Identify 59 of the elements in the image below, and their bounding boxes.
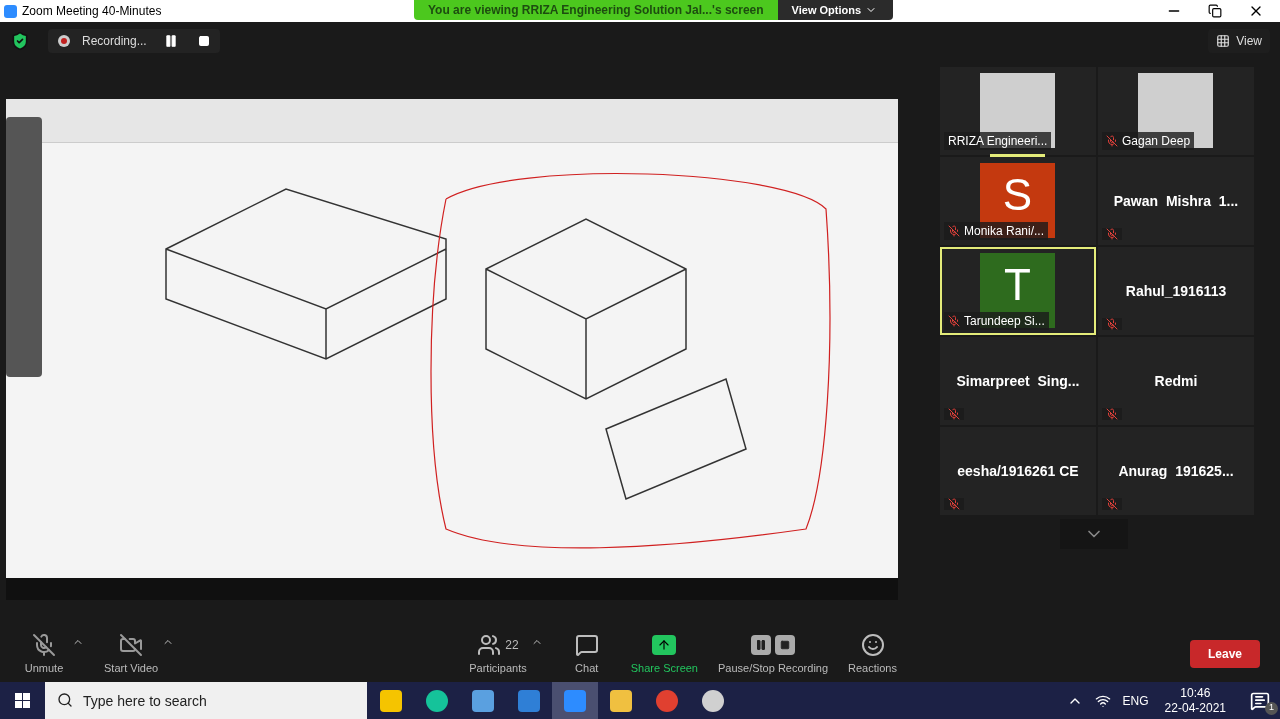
participant-tile[interactable]: S Monika Rani/... xyxy=(940,157,1096,245)
toolbar-button[interactable]: Pause/Stop Recording xyxy=(718,631,829,677)
muted-mic-icon xyxy=(1106,498,1118,510)
window-title: Zoom Meeting 40-Minutes xyxy=(22,3,162,20)
participant-name: Rahul_1916113 xyxy=(1125,281,1227,301)
participant-name: RRIZA Engineeri... xyxy=(948,133,1048,150)
participant-name: Redmi xyxy=(1154,371,1198,391)
shield-icon[interactable] xyxy=(10,31,30,51)
share-banner: You are viewing RRIZA Engineering Solution Jal...'s screen xyxy=(414,0,778,20)
participant-name: Simarpreet Sing... xyxy=(956,371,1080,391)
participant-tile[interactable]: T Tarundeep Si... xyxy=(940,247,1096,335)
taskbar-search-field[interactable]: Type here to search xyxy=(45,682,367,719)
participant-tile[interactable]: Gagan Deep xyxy=(1098,67,1254,155)
clock[interactable]: 10:46 22-04-2021 xyxy=(1160,685,1230,716)
smiley-icon xyxy=(860,632,885,657)
pause-icon[interactable] xyxy=(164,34,178,48)
participant-tile[interactable]: Pawan Mishra 1... xyxy=(1098,157,1254,245)
participant-name: Pawan Mishra 1... xyxy=(1113,191,1239,211)
record-dot-icon xyxy=(58,35,70,47)
toolbar-button[interactable]: 22 Participants xyxy=(469,631,527,677)
muted-mic-icon xyxy=(1106,135,1118,147)
participant-tile[interactable]: eesha/1916261 CE xyxy=(940,427,1096,515)
participant-tile[interactable]: Simarpreet Sing... xyxy=(940,337,1096,425)
muted-mic-icon xyxy=(1106,408,1118,420)
toolbar-button[interactable]: Start Video xyxy=(104,631,159,677)
search-icon xyxy=(57,692,73,708)
notification-badge: 1 xyxy=(1265,701,1278,715)
people-icon xyxy=(477,632,502,657)
muted-mic-icon xyxy=(1106,318,1118,330)
language-indicator[interactable]: ENG xyxy=(1122,691,1149,710)
muted-mic-icon xyxy=(32,632,56,657)
participant-tile[interactable]: Redmi xyxy=(1098,337,1254,425)
muted-mic-icon xyxy=(948,315,960,327)
muted-mic-icon xyxy=(948,408,960,420)
participant-name: Anurag 191625... xyxy=(1118,461,1234,481)
toolbar-button[interactable]: Share Screen xyxy=(630,631,698,677)
participant-tile[interactable]: Anurag 191625... xyxy=(1098,427,1254,515)
participant-name: Gagan Deep xyxy=(1122,133,1191,150)
muted-mic-icon xyxy=(948,225,960,237)
stop-icon[interactable] xyxy=(198,35,210,47)
view-button[interactable]: View xyxy=(1208,29,1270,53)
restore-icon[interactable] xyxy=(1208,4,1222,18)
toolbar-button[interactable]: Reactions xyxy=(848,631,897,677)
chat-bubble-icon xyxy=(574,632,599,657)
recording-label: Recording... xyxy=(82,33,148,50)
participant-count: 22 xyxy=(505,636,519,654)
pause-stop-icon xyxy=(751,634,795,655)
muted-mic-icon xyxy=(948,498,960,510)
muted-mic-icon xyxy=(1106,228,1118,240)
view-options-button[interactable]: View Options xyxy=(777,0,893,20)
video-off-icon xyxy=(119,632,144,657)
participant-tile[interactable]: Rahul_1916113 xyxy=(1098,247,1254,335)
notification-icon[interactable] xyxy=(1250,690,1270,711)
toolbar-button[interactable]: Unmute xyxy=(20,631,68,677)
leave-button[interactable]: Leave xyxy=(1189,640,1260,668)
grid-icon xyxy=(1216,34,1231,48)
toolbar-button[interactable]: Chat xyxy=(562,631,611,677)
participant-name: eesha/1916261 CE xyxy=(957,461,1079,481)
participant-tile[interactable]: RRIZA Engineeri... xyxy=(940,67,1096,155)
